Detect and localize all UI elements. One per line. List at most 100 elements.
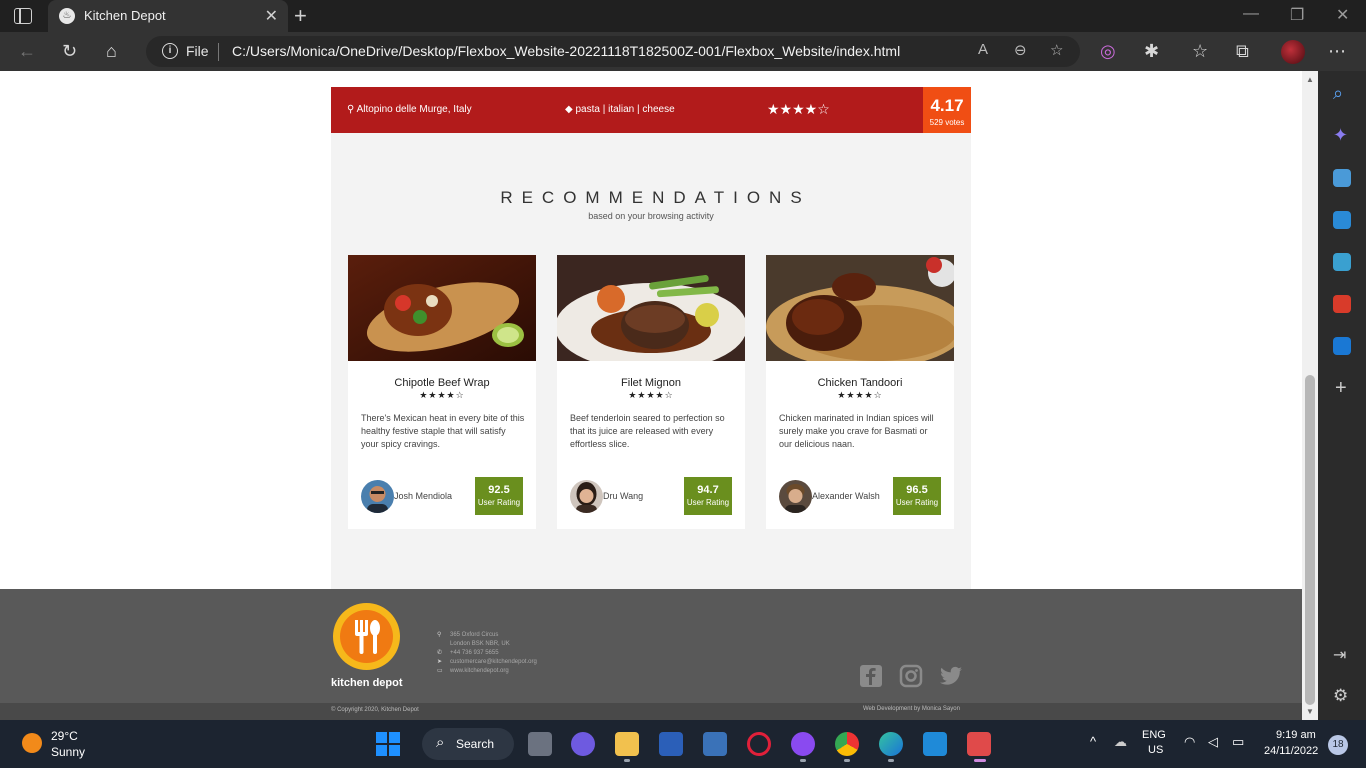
- copilot-icon[interactable]: ✦: [1333, 125, 1348, 146]
- read-aloud-icon[interactable]: A: [978, 41, 988, 58]
- teams-chat-icon[interactable]: [571, 732, 595, 756]
- send-icon: ➤: [437, 659, 443, 665]
- collections-icon[interactable]: ⧉: [1236, 40, 1249, 62]
- footer-bottom-bar: © Copyright 2020, Kitchen Depot Web Deve…: [0, 703, 1302, 720]
- chrome-icon[interactable]: [835, 732, 859, 756]
- recipe-stars: ★★★★☆: [628, 390, 674, 400]
- outlook-icon[interactable]: [1333, 337, 1351, 355]
- tag-icon: ◆: [565, 104, 573, 115]
- shopping-tag-icon[interactable]: [1333, 169, 1351, 187]
- language-code[interactable]: ENG: [1142, 729, 1166, 741]
- new-tab-button[interactable]: +: [294, 3, 307, 29]
- wifi-icon[interactable]: ◠: [1184, 734, 1195, 750]
- clock-time[interactable]: 9:19 am: [1276, 729, 1316, 741]
- more-menu-icon[interactable]: ⋯: [1328, 40, 1346, 62]
- copyright-text: © Copyright 2020, Kitchen Depot: [331, 707, 419, 713]
- profile-avatar[interactable]: [1281, 40, 1305, 64]
- tab-actions-icon[interactable]: [14, 8, 32, 24]
- refresh-icon[interactable]: ↻: [62, 40, 77, 62]
- star-rating: ★★★★☆: [767, 101, 830, 117]
- facebook-icon[interactable]: [859, 664, 883, 688]
- zoom-out-icon[interactable]: ⊖: [1014, 41, 1027, 59]
- filet-mignon-photo: [557, 255, 745, 361]
- word-icon[interactable]: [659, 732, 683, 756]
- search-label: Search: [456, 737, 495, 751]
- windows-start-icon[interactable]: [376, 732, 400, 756]
- recipe-card[interactable]: Chicken Tandoori ★★★★☆ Chicken marinated…: [766, 255, 954, 529]
- scroll-down-arrow-icon[interactable]: ▼: [1306, 707, 1314, 716]
- region-code[interactable]: US: [1148, 744, 1163, 756]
- recipe-name[interactable]: Chipotle Beef Wrap: [348, 377, 536, 389]
- restore-button[interactable]: ❐: [1290, 5, 1304, 25]
- rating-value: 92.5: [488, 484, 510, 496]
- phone-line: ✆ +44 736 937 5655: [437, 650, 499, 656]
- home-icon[interactable]: ⌂: [106, 40, 117, 62]
- games-icon[interactable]: [1333, 253, 1351, 271]
- settings-gear-icon[interactable]: ⚙: [1333, 686, 1348, 706]
- minimize-button[interactable]: —: [1243, 5, 1259, 23]
- burrito-photo: [348, 255, 536, 361]
- task-view-icon[interactable]: [528, 732, 552, 756]
- tools-icon[interactable]: [1333, 211, 1351, 229]
- info-icon[interactable]: i: [162, 43, 178, 59]
- weather-temperature[interactable]: 29°C: [51, 729, 78, 743]
- extensions-icon[interactable]: ✱: [1144, 40, 1159, 62]
- close-tab-icon[interactable]: ✕: [265, 6, 278, 26]
- recipe-stars: ★★★★☆: [837, 390, 883, 400]
- edge-icon[interactable]: [879, 732, 903, 756]
- hide-sidebar-icon[interactable]: ⇥: [1333, 645, 1346, 665]
- vscode-icon[interactable]: [923, 732, 947, 756]
- photos-icon[interactable]: [703, 732, 727, 756]
- browser-tab[interactable]: ♨ Kitchen Depot ✕: [48, 0, 288, 32]
- page-scrollbar[interactable]: ▲ ▼: [1302, 71, 1318, 720]
- recipe-description: Beef tenderloin seared to perfection so …: [570, 413, 725, 449]
- back-arrow-icon[interactable]: ←: [18, 40, 36, 62]
- recipe-card[interactable]: Chipotle Beef Wrap ★★★★☆ There's Mexican…: [348, 255, 536, 529]
- twitter-icon[interactable]: [939, 664, 963, 688]
- weather-description[interactable]: Sunny: [51, 745, 85, 759]
- sun-icon[interactable]: [22, 733, 42, 753]
- search-icon[interactable]: ⌕: [1333, 83, 1343, 104]
- add-icon[interactable]: +: [1335, 377, 1347, 400]
- battery-icon[interactable]: ▭: [1232, 734, 1244, 750]
- browser-essentials-icon[interactable]: ◎: [1100, 40, 1116, 62]
- recipe-card[interactable]: Filet Mignon ★★★★☆ Beef tenderloin seare…: [557, 255, 745, 529]
- close-window-button[interactable]: ✕: [1336, 5, 1349, 25]
- office-icon[interactable]: [1333, 295, 1351, 313]
- rating-label: User Rating: [477, 498, 521, 507]
- recipe-name[interactable]: Chicken Tandoori: [766, 377, 954, 389]
- snipping-tool-icon[interactable]: [967, 732, 991, 756]
- url-text[interactable]: C:/Users/Monica/OneDrive/Desktop/Flexbox…: [232, 43, 900, 59]
- recipe-name[interactable]: Filet Mignon: [557, 377, 745, 389]
- email-line[interactable]: ➤ customercare@kitchendepot.org: [437, 658, 537, 667]
- running-indicator: [800, 759, 806, 762]
- file-explorer-icon[interactable]: [615, 732, 639, 756]
- messenger-icon[interactable]: [791, 732, 815, 756]
- location-text: ⚲ Altopino delle Murge, Italy: [347, 104, 472, 115]
- favorite-star-icon[interactable]: ☆: [1050, 41, 1063, 59]
- taskbar-search[interactable]: ⌕ Search: [422, 728, 514, 760]
- onedrive-icon[interactable]: ☁: [1114, 734, 1127, 750]
- votes-count: 529 votes: [929, 118, 965, 127]
- running-indicator: [624, 759, 630, 762]
- address-bar[interactable]: i File C:/Users/Monica/OneDrive/Desktop/…: [146, 36, 1080, 67]
- browser-title-bar: ♨ Kitchen Depot ✕ + — ❐ ✕: [0, 0, 1366, 32]
- website-line[interactable]: ▭ www.kitchendepot.org: [437, 667, 537, 676]
- user-rating-badge: 94.7 User Rating: [684, 477, 732, 515]
- address-line: London BSK NBR, UK: [450, 641, 510, 647]
- rating-label: User Rating: [895, 498, 939, 507]
- tab-title: Kitchen Depot: [84, 8, 166, 23]
- chevron-up-icon[interactable]: ^: [1090, 734, 1096, 749]
- notification-badge[interactable]: 18: [1328, 735, 1348, 755]
- scroll-thumb[interactable]: [1305, 375, 1315, 705]
- author-avatar: [570, 480, 603, 513]
- opera-icon[interactable]: [747, 732, 771, 756]
- scroll-up-arrow-icon[interactable]: ▲: [1306, 75, 1314, 84]
- chicken-tandoori-photo: [766, 255, 954, 361]
- author-avatar: [361, 480, 394, 513]
- clock-date[interactable]: 24/11/2022: [1264, 745, 1318, 757]
- instagram-icon[interactable]: [899, 664, 923, 688]
- volume-icon[interactable]: ◁: [1208, 734, 1218, 750]
- kitchen-depot-logo[interactable]: [333, 603, 400, 670]
- favorites-icon[interactable]: ☆: [1192, 40, 1208, 62]
